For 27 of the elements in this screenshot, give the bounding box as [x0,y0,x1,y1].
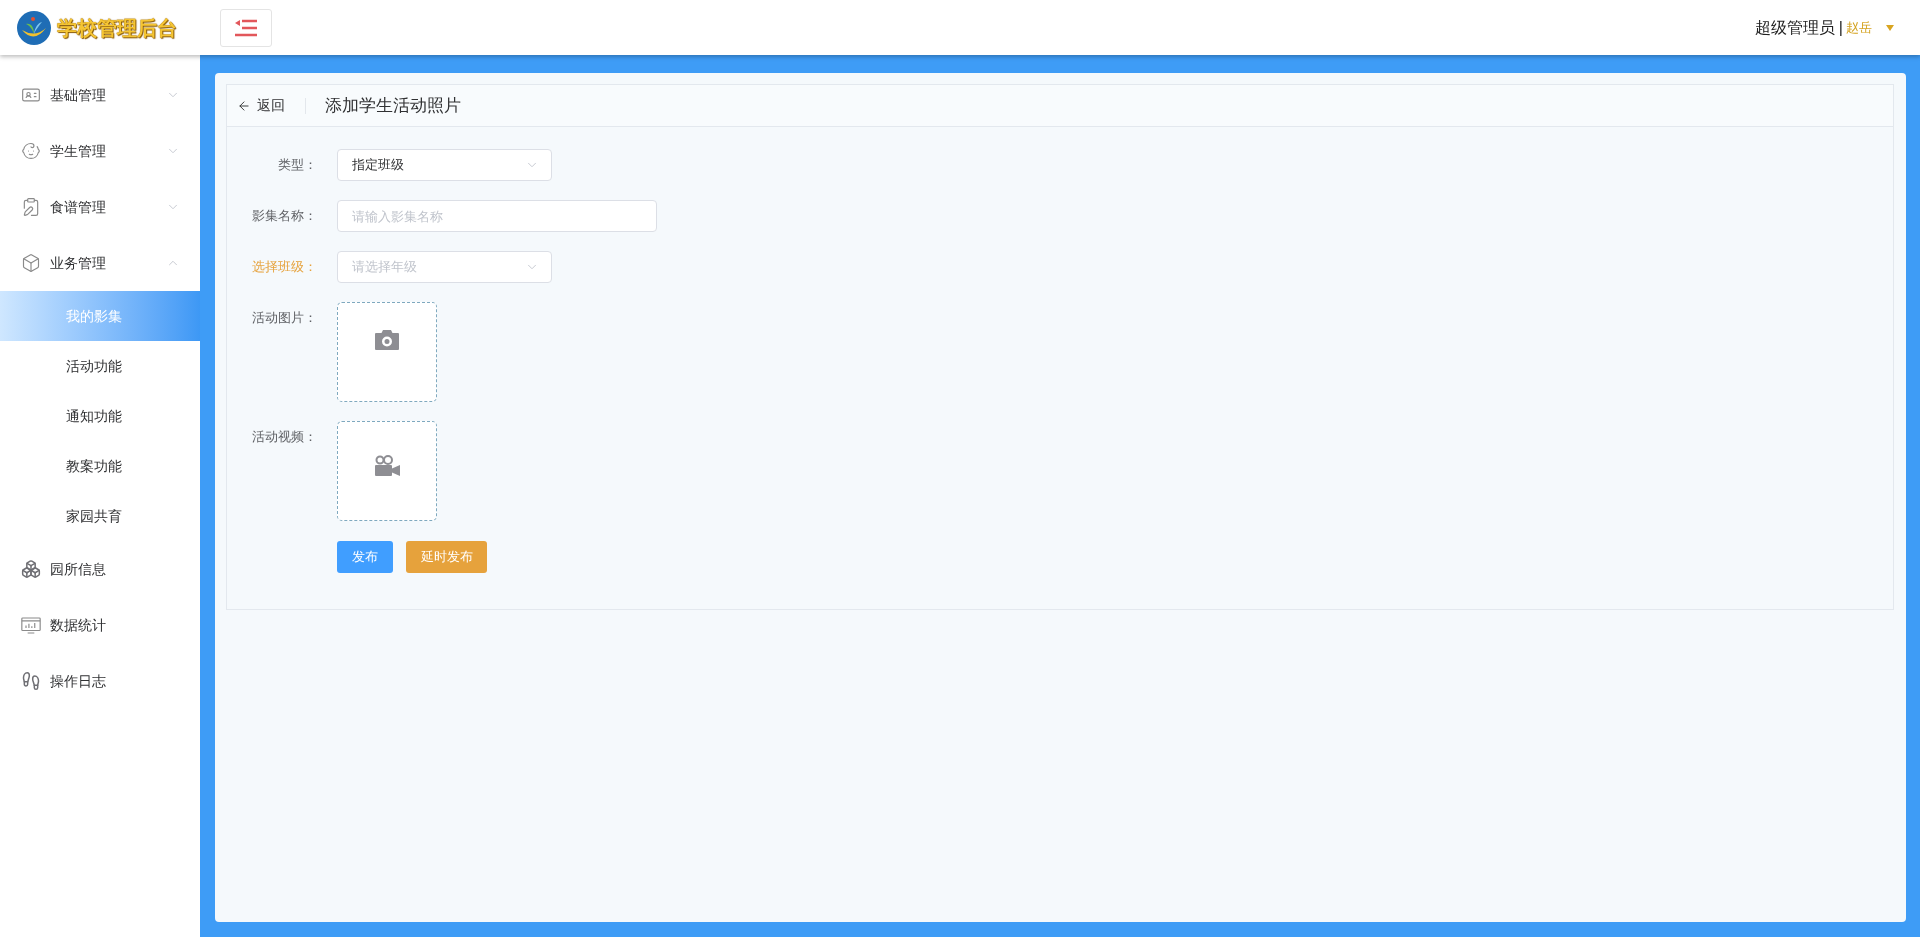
footprints-icon [21,671,41,691]
baby-face-icon [21,141,41,161]
back-link[interactable]: 返回 [237,95,285,116]
input-field[interactable]: 请输入影集名称 [337,200,657,232]
chart-monitor-icon [21,616,41,634]
cube-icon [21,253,41,273]
field-label: 活动图片： [251,309,317,327]
video-upload-box[interactable] [337,421,437,521]
user-role: 超级管理员 [1754,17,1835,38]
separator: | [1838,17,1843,38]
field-label: 影集名称： [251,207,317,225]
sprout-logo-icon [17,10,51,45]
photo-upload-box[interactable] [337,302,437,402]
field-label: 活动视频： [251,428,317,446]
field-label: 选择班级： [251,258,317,276]
boxes-icon [21,559,41,579]
clipboard-pen-icon [21,197,41,217]
arrow-left-icon [237,98,251,113]
logo-text: 学校管理后台 [57,15,177,41]
caret-down-icon [1886,24,1894,31]
camera-icon [375,330,399,350]
select-field[interactable]: 指定班级 [337,149,552,181]
page-title: 添加学生活动照片 [325,94,461,117]
field-label: 类型： [277,156,317,174]
menu-icon [235,18,257,37]
menu-toggle-button[interactable] [220,8,272,47]
video-camera-icon [374,455,400,477]
